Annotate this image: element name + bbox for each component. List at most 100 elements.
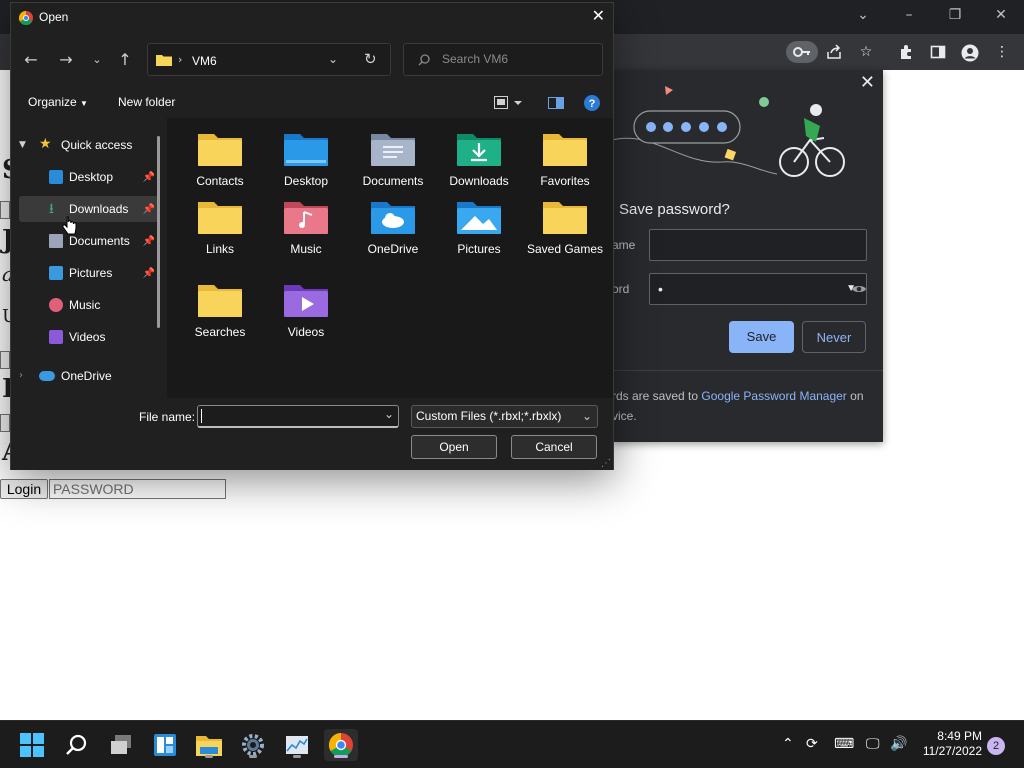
file-type-dropdown-icon[interactable]: ⌄ (582, 406, 592, 427)
task-manager-button[interactable] (280, 729, 314, 761)
folder-links[interactable]: Links (180, 198, 260, 268)
password-input[interactable]: PASSWORD (49, 479, 226, 499)
restore-button[interactable]: ❐ (940, 4, 970, 26)
settings-button[interactable] (236, 729, 270, 761)
login-row: Login PASSWORD (0, 479, 226, 499)
minimize-button[interactable]: – (894, 4, 924, 26)
page-input-fragment-2[interactable] (0, 351, 10, 369)
profile-icon[interactable] (958, 41, 982, 63)
password-key-icon[interactable] (786, 41, 818, 63)
task-view-button[interactable] (104, 729, 138, 761)
username-field[interactable] (649, 229, 867, 261)
folder-onedrive[interactable]: OneDrive (353, 198, 433, 268)
view-options-icon[interactable] (494, 96, 522, 110)
file-explorer-button[interactable] (192, 729, 226, 761)
nav-documents[interactable]: Documents 📌 (19, 228, 159, 254)
footer-text-start: rds are saved to (612, 389, 702, 403)
password-manager-link[interactable]: Google Password Manager (701, 389, 846, 403)
open-button[interactable]: Open (411, 435, 497, 459)
folder-contacts[interactable]: Contacts (180, 130, 260, 200)
refresh-icon[interactable]: ↻ (364, 50, 377, 68)
navigation-pane: ▼ ★ Quick access Desktop 📌 ⭳ Downloads 📌… (11, 118, 167, 398)
folder-pictures[interactable]: Pictures (439, 198, 519, 268)
expand-chevron-icon[interactable]: ▼ (19, 132, 26, 158)
help-icon[interactable]: ? (584, 95, 600, 111)
folder-saved-games[interactable]: Saved Games (525, 198, 605, 268)
cancel-button[interactable]: Cancel (511, 435, 597, 459)
save-password-title: Save password? (619, 201, 730, 218)
start-button[interactable] (15, 729, 49, 761)
folder-searches[interactable]: Searches (180, 281, 260, 351)
nav-onedrive[interactable]: › OneDrive (19, 363, 159, 389)
eye-icon[interactable] (851, 283, 867, 295)
chrome-menu-icon[interactable]: ⋮ (990, 41, 1014, 63)
nav-desktop[interactable]: Desktop 📌 (19, 164, 159, 190)
desktop-folder-icon (284, 134, 328, 166)
file-list: Contacts Desktop Documents Downloads Fav… (167, 118, 613, 398)
open-file-dialog: Open ✕ ← → ⌄ ↑ › VM6 ⌄ ↻ Search VM6 Orga… (10, 2, 614, 470)
address-folder[interactable]: VM6 (192, 54, 217, 68)
side-panel-icon[interactable] (926, 41, 950, 63)
save-button[interactable]: Save (729, 321, 794, 353)
page-input-fragment-3[interactable] (0, 414, 10, 432)
network-icon[interactable]: 🖵 (866, 735, 880, 753)
up-arrow-icon[interactable]: ↑ (113, 49, 137, 71)
folder-label: Documents (362, 174, 424, 188)
chrome-taskbar-button[interactable] (324, 729, 358, 761)
widgets-button[interactable] (148, 729, 182, 761)
pin-icon: 📌 (142, 268, 155, 279)
file-name-input[interactable]: ⌄ (197, 405, 399, 428)
notification-badge[interactable]: 2 (987, 737, 1005, 755)
new-folder-button[interactable]: New folder (118, 95, 175, 109)
clock[interactable]: 8:49 PM 11/27/2022 (923, 729, 982, 759)
recent-locations-icon[interactable]: ⌄ (85, 49, 109, 71)
folder-videos[interactable]: Videos (266, 281, 346, 351)
nav-music[interactable]: Music (19, 292, 159, 318)
page-input-fragment[interactable] (0, 201, 10, 219)
folder-favorites[interactable]: Favorites (525, 130, 605, 200)
pictures-folder-icon (457, 202, 501, 234)
pin-icon: 📌 (142, 172, 155, 183)
nav-quick-access[interactable]: ▼ ★ Quick access (19, 132, 159, 158)
taskbar: ⌃ ⟳ ⌨ 🖵 🔊 8:49 PM 11/27/2022 2 (0, 720, 1024, 768)
resize-grip-icon[interactable]: ⋰ (601, 458, 611, 469)
sync-icon[interactable]: ⟳ (806, 735, 818, 753)
bookmark-star-icon[interactable]: ☆ (854, 41, 878, 63)
save-password-bubble: ✕ Save password? ame ord • ▼ Save Never … (612, 70, 883, 442)
expand-chevron-icon[interactable]: › (19, 363, 23, 389)
nav-downloads[interactable]: ⭳ Downloads 📌 (19, 196, 159, 222)
search-input[interactable]: Search VM6 (403, 43, 603, 76)
folder-desktop[interactable]: Desktop (266, 130, 346, 200)
close-window-button[interactable]: ✕ (986, 4, 1016, 26)
folder-documents[interactable]: Documents (353, 130, 433, 200)
nav-pictures[interactable]: Pictures 📌 (19, 260, 159, 286)
file-type-select[interactable]: Custom Files (*.rbxl;*.rbxlx) ⌄ (411, 405, 598, 428)
folder-label: Music (290, 242, 322, 256)
taskbar-search[interactable] (59, 729, 93, 761)
dialog-close-icon[interactable]: ✕ (592, 6, 605, 25)
file-name-dropdown-icon[interactable]: ⌄ (384, 407, 394, 421)
show-hidden-icons-chevron-icon[interactable]: ⌃ (782, 735, 794, 753)
dialog-titlebar: Open ✕ (11, 3, 613, 33)
never-button[interactable]: Never (802, 321, 866, 353)
volume-icon[interactable]: 🔊 (890, 735, 907, 753)
password-field[interactable]: • ▼ (649, 273, 867, 305)
nav-videos[interactable]: Videos (19, 324, 159, 350)
folder-music[interactable]: Music (266, 198, 346, 268)
download-icon: ⭳ (49, 201, 54, 217)
back-arrow-icon[interactable]: ← (19, 49, 43, 71)
preview-pane-icon[interactable] (548, 97, 564, 109)
extensions-icon[interactable] (894, 41, 918, 63)
keyboard-icon[interactable]: ⌨ (834, 735, 854, 753)
nav-scrollbar[interactable] (157, 136, 160, 328)
login-button[interactable]: Login (0, 479, 48, 499)
forward-arrow-icon[interactable]: → (54, 49, 78, 71)
address-bar[interactable]: › VM6 ⌄ ↻ (147, 43, 391, 76)
organize-menu[interactable]: Organize ▼ (28, 95, 88, 109)
address-dropdown-icon[interactable]: ⌄ (328, 52, 338, 66)
share-icon[interactable] (822, 41, 846, 63)
chrome-logo-icon (19, 11, 33, 25)
folder-downloads[interactable]: Downloads (439, 130, 519, 200)
folder-label: Favorites (540, 174, 590, 188)
tab-search-icon[interactable]: ⌄ (848, 4, 878, 26)
